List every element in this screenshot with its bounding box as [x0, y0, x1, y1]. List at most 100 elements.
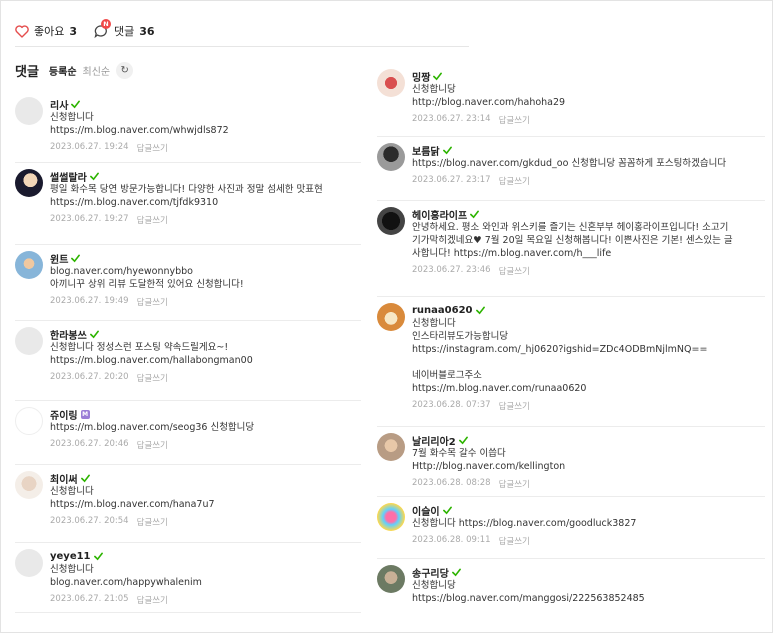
comment-author[interactable]: 한라봉쓰 — [50, 327, 361, 342]
comment-list-right: 밍짱 신청합니당 http://blog.naver.com/hahoha29 202… — [377, 63, 765, 632]
comment-author[interactable]: 윈트 — [50, 251, 361, 266]
reply-button[interactable]: 답글쓰기 — [499, 175, 530, 187]
author-name: runaa0620 — [412, 304, 473, 316]
comment-author[interactable]: 리사 — [50, 97, 361, 112]
comment-text-line: blog.naver.com/happywhalenim — [50, 577, 202, 588]
reply-button[interactable]: 답글쓰기 — [499, 265, 530, 277]
comment-author[interactable]: 날리리아2 — [412, 433, 765, 448]
comment-timestamp: 2023.06.27. 23:17 — [412, 175, 491, 185]
reply-button[interactable]: 답글쓰기 — [137, 214, 168, 226]
comment-timestamp: 2023.06.28. 07:37 — [412, 400, 491, 410]
comment-list-left: 리사 신청합니다 https://m.blog.naver.com/whwjdls8… — [15, 91, 361, 613]
avatar[interactable] — [377, 69, 405, 97]
reply-button[interactable]: 답글쓰기 — [499, 535, 530, 547]
comment-text-line: https://blog.naver.com/manggosi/22256385… — [412, 593, 645, 604]
avatar[interactable] — [377, 207, 405, 235]
author-name: 밍짱 — [412, 72, 431, 84]
comment-item: 날리리아2 7월 화수목 갈수 이씁다 Http://blog.naver.com/… — [377, 427, 765, 497]
sort-latest-tab[interactable]: 최신순 — [83, 63, 111, 78]
comment-meta: 2023.06.27. 23:17 답글쓰기 — [412, 175, 765, 187]
reply-button[interactable]: 답글쓰기 — [137, 516, 168, 528]
comment-item: 헤이홍라이프 안녕하세요. 평소 와인과 위스키를 즐기는 신혼부부 헤이홍라이프… — [377, 201, 765, 297]
verified-check-icon — [442, 506, 452, 514]
comment-author[interactable]: 이슬이 — [412, 503, 765, 518]
like-button[interactable]: 좋아요 3 — [15, 23, 77, 39]
comment-panel: 좋아요 3 N 댓글 36 댓글 등록순 최신순 ↻ 리사 신청합니다 https:… — [0, 0, 773, 633]
comment-author[interactable]: 보름닭 — [412, 143, 765, 158]
author-name: 이슬이 — [412, 506, 440, 518]
verified-check-icon — [80, 474, 90, 482]
like-count: 3 — [69, 24, 78, 38]
refresh-icon[interactable]: ↻ — [116, 62, 134, 79]
comment-text-line: 평일 화수목 당연 방문가능합니다! 다양한 사진과 정말 섬세한 맛표현 — [50, 184, 323, 195]
avatar[interactable] — [377, 433, 405, 461]
comment-item: 이슬이 신청합니다 https://blog.naver.com/goodluck… — [377, 497, 765, 559]
comment-text-line: https://m.blog.naver.com/seog36 신청합니당 — [50, 422, 255, 433]
comment-text-line: https://instagram.com/_hj0620?igshid=ZDc… — [412, 344, 708, 355]
comment-item: 쥬이링 Mhttps://m.blog.naver.com/seog36 신청합니… — [15, 401, 361, 465]
avatar[interactable] — [15, 549, 43, 577]
comment-author[interactable]: 쥬이링 M — [50, 407, 361, 422]
sort-registered-tab[interactable]: 등록순 — [49, 63, 77, 78]
avatar[interactable] — [377, 143, 405, 171]
comment-text-line: 신청합니당 — [412, 84, 456, 95]
comment-timestamp: 2023.06.27. 19:24 — [50, 142, 129, 152]
comment-item: 리사 신청합니다 https://m.blog.naver.com/whwjdls8… — [15, 91, 361, 163]
comment-text-line: http://blog.naver.com/hahoha29 — [412, 97, 566, 108]
comment-author[interactable]: 최이써 — [50, 471, 361, 486]
comment-text-line: blog.naver.com/hyewonnybbo — [50, 266, 193, 277]
comment-timestamp: 2023.06.27. 23:46 — [412, 265, 491, 275]
avatar[interactable] — [15, 97, 43, 125]
comment-timestamp: 2023.06.27. 19:49 — [50, 296, 129, 306]
verified-check-icon — [458, 436, 468, 444]
avatar[interactable] — [15, 471, 43, 499]
comment-text-line: 7월 화수목 갈수 이씁다 — [412, 448, 506, 459]
reply-button[interactable]: 답글쓰기 — [137, 142, 168, 154]
author-name: 최이써 — [50, 474, 78, 486]
author-name: 송구리당 — [412, 568, 449, 580]
comment-author[interactable]: 송구리당 — [412, 565, 765, 580]
comment-meta: 2023.06.28. 08:28 답글쓰기 — [412, 478, 765, 490]
comment-text-line: 신청합니다 정성스런 포스팅 약속드릴게요~! — [50, 342, 229, 353]
avatar[interactable] — [377, 503, 405, 531]
avatar[interactable] — [15, 327, 43, 355]
comment-meta: 2023.06.27. 21:05 답글쓰기 — [50, 594, 361, 606]
author-name: 쥬이링 — [50, 410, 78, 422]
reply-button[interactable]: 답글쓰기 — [499, 478, 530, 490]
comment-label: 댓글 — [114, 25, 135, 38]
comment-text-line: https://m.blog.naver.com/hana7u7 — [50, 499, 215, 510]
reply-button[interactable]: 답글쓰기 — [499, 114, 530, 126]
comment-count-button[interactable]: N 댓글 36 — [93, 19, 155, 39]
avatar[interactable] — [377, 565, 405, 593]
comment-text-line: 사합니다! https://m.blog.naver.com/h___life — [412, 248, 612, 259]
comment-author[interactable]: 썰썰랄라 — [50, 169, 361, 184]
comment-item: 밍짱 신청합니당 http://blog.naver.com/hahoha29 202… — [377, 63, 765, 137]
comment-author[interactable]: runaa0620 — [412, 303, 765, 317]
comment-text-line: Http://blog.naver.com/kellington — [412, 461, 566, 472]
comment-text-line: https://m.blog.naver.com/whwjdls872 — [50, 125, 229, 136]
reply-button[interactable]: 답글쓰기 — [137, 439, 168, 451]
comment-text-line: 인스타리뷰도가능합니당 — [412, 331, 509, 342]
verified-check-icon — [475, 306, 485, 314]
reply-button[interactable]: 답글쓰기 — [499, 400, 530, 412]
author-name: 한라봉쓰 — [50, 330, 87, 342]
reply-button[interactable]: 답글쓰기 — [137, 296, 168, 308]
comment-author[interactable]: yeye11 — [50, 549, 361, 563]
author-name: 보름닭 — [412, 146, 440, 158]
avatar[interactable] — [15, 169, 43, 197]
avatar[interactable] — [377, 303, 405, 331]
reply-button[interactable]: 답글쓰기 — [137, 372, 168, 384]
comment-meta: 2023.06.28. 07:37 답글쓰기 — [412, 400, 765, 412]
comment-item: runaa0620 신청합니다 인스타리뷰도가능합니당 https://instagr… — [377, 297, 765, 427]
like-label: 좋아요 — [34, 25, 65, 38]
avatar[interactable] — [15, 407, 43, 435]
comment-text-line: 아끼니꾸 상위 리뷰 도달한적 있어요 신청합니다! — [50, 279, 244, 290]
reply-button[interactable]: 답글쓰기 — [137, 594, 168, 606]
avatar[interactable] — [15, 251, 43, 279]
comment-timestamp: 2023.06.27. 23:14 — [412, 114, 491, 124]
comment-timestamp: 2023.06.27. 20:20 — [50, 372, 129, 382]
comment-author[interactable]: 밍짱 — [412, 69, 765, 84]
comment-item: 윈트 blog.naver.com/hyewonnybbo 아끼니꾸 상위 리뷰 도… — [15, 245, 361, 321]
comment-author[interactable]: 헤이홍라이프 — [412, 207, 765, 222]
author-name: 헤이홍라이프 — [412, 210, 468, 222]
